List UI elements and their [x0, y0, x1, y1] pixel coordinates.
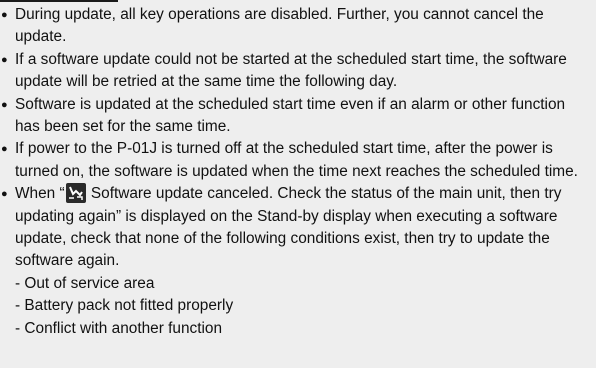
bullet-icon: ● — [1, 188, 8, 201]
note-text: If power to the P-01J is turned off at t… — [15, 140, 578, 180]
note-text: Software update canceled. Check the stat… — [15, 185, 562, 270]
note-item: ● Software is updated at the scheduled s… — [0, 94, 588, 139]
note-text: If a software update could not be starte… — [15, 50, 567, 91]
bullet-icon: ● — [1, 53, 8, 66]
software-update-icon — [65, 183, 86, 204]
bullet-icon: ● — [1, 9, 8, 21]
notes-list: ● During update, all key operations are … — [0, 0, 588, 340]
condition-item: - Out of service area — [15, 274, 155, 292]
note-prefix: When “ — [15, 185, 65, 203]
note-text: Software is updated at the scheduled sta… — [15, 95, 566, 136]
note-text: During update, all key operations are di… — [15, 6, 544, 46]
note-item: ● If power to the P-01J is turned off at… — [0, 138, 588, 183]
note-item: ● During update, all key operations are … — [0, 4, 588, 49]
condition-item: - Battery pack not fitted properly — [15, 297, 234, 315]
condition-item: - Conflict with another function — [15, 319, 223, 337]
note-item: ● When “ Software update canceled. Check… — [0, 183, 588, 273]
bullet-icon: ● — [1, 98, 8, 111]
bullet-icon: ● — [1, 143, 8, 156]
note-item: ● If a software update could not be star… — [0, 49, 588, 94]
